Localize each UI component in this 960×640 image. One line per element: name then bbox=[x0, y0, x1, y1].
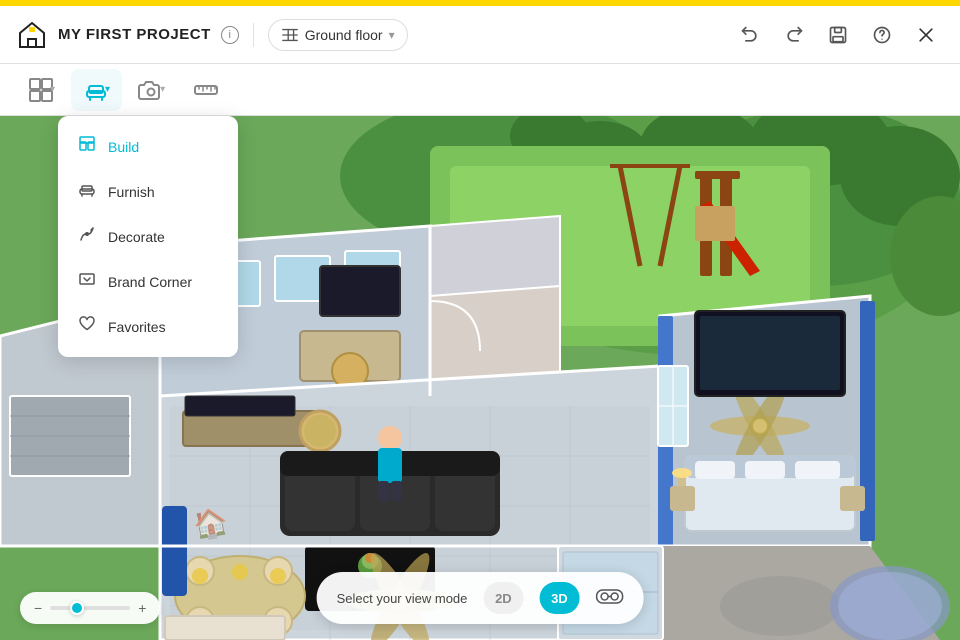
view-2d-button[interactable]: 2D bbox=[483, 582, 523, 614]
build-icon bbox=[78, 135, 96, 158]
project-title: MY FIRST PROJECT bbox=[58, 26, 211, 43]
help-button[interactable] bbox=[864, 17, 900, 53]
menu-item-favorites-label: Favorites bbox=[108, 319, 166, 335]
toolbar-item-measure[interactable] bbox=[181, 69, 231, 111]
toolbar-item-layout[interactable]: ▾ bbox=[16, 69, 67, 111]
toolbar: ▾ ▾ ▾ bbox=[0, 64, 960, 116]
close-button[interactable] bbox=[908, 17, 944, 53]
header-left: MY FIRST PROJECT i Ground floor ▾ bbox=[16, 19, 408, 51]
menu-item-build-label: Build bbox=[108, 139, 139, 155]
menu-item-favorites[interactable]: Favorites bbox=[58, 304, 238, 349]
close-icon bbox=[916, 25, 936, 45]
info-button[interactable]: i bbox=[221, 26, 239, 44]
floor-selector[interactable]: Ground floor ▾ bbox=[268, 19, 408, 51]
view-3d-button[interactable]: 3D bbox=[539, 582, 579, 614]
floor-plan-icon bbox=[281, 26, 299, 44]
zoom-slider[interactable] bbox=[50, 606, 130, 610]
brand-icon bbox=[78, 270, 96, 293]
zoom-bar: − + bbox=[20, 592, 160, 624]
menu-item-build[interactable]: Build bbox=[58, 124, 238, 169]
undo-icon bbox=[740, 25, 760, 45]
redo-icon bbox=[784, 25, 804, 45]
layout-caret: ▾ bbox=[50, 84, 55, 95]
dropdown-menu: Build Furnish Decorate bbox=[58, 116, 238, 357]
zoom-thumb[interactable] bbox=[70, 601, 84, 615]
menu-item-brand-corner-label: Brand Corner bbox=[108, 274, 192, 290]
menu-item-furnish[interactable]: Furnish bbox=[58, 169, 238, 214]
view-vr-button[interactable] bbox=[595, 586, 623, 611]
floor-label: Ground floor bbox=[305, 27, 383, 43]
zoom-in-button[interactable]: + bbox=[138, 600, 146, 616]
header-right bbox=[732, 17, 944, 53]
ruler-icon bbox=[193, 77, 219, 103]
save-button[interactable] bbox=[820, 17, 856, 53]
header-divider bbox=[253, 23, 254, 47]
floor-caret: ▾ bbox=[389, 28, 395, 42]
help-icon bbox=[872, 25, 892, 45]
view-mode-bar: Select your view mode 2D 3D bbox=[317, 572, 644, 624]
menu-item-decorate-label: Decorate bbox=[108, 229, 165, 245]
furnish-menu-icon bbox=[78, 180, 96, 203]
furnish-caret: ▾ bbox=[105, 84, 110, 95]
save-icon bbox=[828, 25, 848, 45]
toolbar-item-furnish[interactable]: ▾ bbox=[71, 69, 122, 111]
menu-item-brand-corner[interactable]: Brand Corner bbox=[58, 259, 238, 304]
app-logo bbox=[16, 19, 48, 51]
undo-button[interactable] bbox=[732, 17, 768, 53]
heart-icon bbox=[78, 315, 96, 338]
menu-item-furnish-label: Furnish bbox=[108, 184, 155, 200]
decorate-icon bbox=[78, 225, 96, 248]
vr-icon bbox=[595, 586, 623, 606]
yellow-accent-bar bbox=[0, 0, 960, 6]
camera-caret: ▾ bbox=[160, 84, 165, 95]
view-mode-label: Select your view mode bbox=[337, 591, 468, 606]
zoom-out-button[interactable]: − bbox=[34, 600, 42, 616]
toolbar-item-camera[interactable]: ▾ bbox=[126, 69, 177, 111]
redo-button[interactable] bbox=[776, 17, 812, 53]
menu-item-decorate[interactable]: Decorate bbox=[58, 214, 238, 259]
svg-text:🏠: 🏠 bbox=[191, 505, 231, 543]
header: MY FIRST PROJECT i Ground floor ▾ bbox=[0, 6, 960, 64]
